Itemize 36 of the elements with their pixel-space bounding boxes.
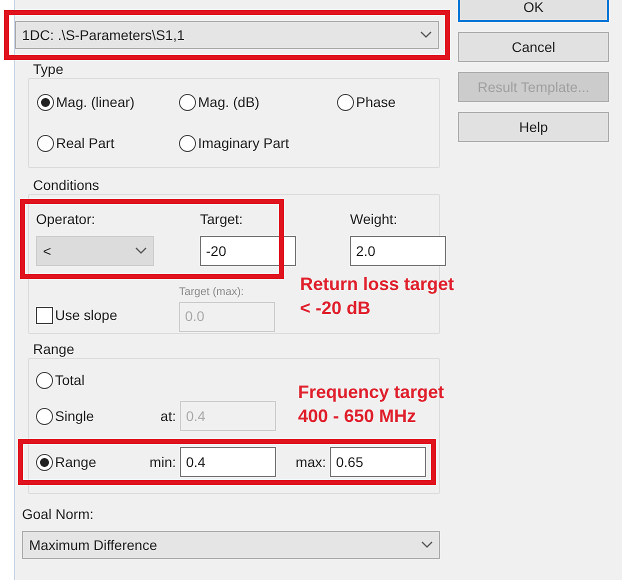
range-option[interactable]: Range	[36, 452, 136, 472]
type-option[interactable]: Phase	[337, 89, 437, 116]
field-label: Target (max):	[179, 285, 245, 300]
field-label: at:	[159, 406, 176, 426]
field-label: Target:	[200, 210, 244, 229]
chevron-down-icon	[420, 31, 432, 39]
range-option[interactable]: Total	[36, 370, 85, 390]
goal-norm-dropdown[interactable]: Maximum Difference	[22, 531, 440, 559]
field-label: max:	[294, 452, 326, 472]
field-label: min:	[148, 452, 176, 472]
chevron-down-icon	[135, 247, 147, 255]
field-label: Weight:	[350, 210, 398, 229]
annotation-text: Frequency target 400 - 650 MHz	[298, 381, 444, 428]
input-field[interactable]: 0.4	[180, 447, 276, 477]
type-option[interactable]: Imaginary Part	[179, 130, 337, 157]
type-option[interactable]: Mag. (dB)	[179, 89, 337, 116]
group-title: Range	[33, 340, 76, 358]
field-label: Goal Norm:	[22, 505, 95, 524]
dialog-button[interactable]: Help	[458, 112, 609, 142]
use-slope-checkbox[interactable]: Use slope	[36, 304, 179, 326]
operator-dropdown[interactable]: <	[36, 236, 154, 266]
source-dropdown[interactable]: 1DC: .\S-Parameters\S1,1	[15, 21, 439, 49]
group-title: Type	[33, 60, 64, 78]
dialog-button[interactable]: OK	[458, 0, 609, 22]
annotation-text: Return loss target < -20 dB	[300, 273, 454, 320]
checkbox[interactable]	[36, 306, 53, 324]
input-field[interactable]: 0.65	[330, 447, 426, 477]
input-field[interactable]: 2.0	[350, 236, 446, 266]
dialog-button[interactable]: Cancel	[458, 32, 609, 62]
chevron-down-icon	[421, 541, 433, 549]
input-field[interactable]: -20	[200, 236, 296, 266]
type-option[interactable]: Mag. (linear)	[37, 89, 179, 116]
field-label: Operator:	[36, 210, 96, 229]
group-title: Conditions	[33, 176, 100, 194]
type-option[interactable]: Real Part	[37, 130, 179, 157]
range-option[interactable]: Single	[36, 406, 136, 426]
